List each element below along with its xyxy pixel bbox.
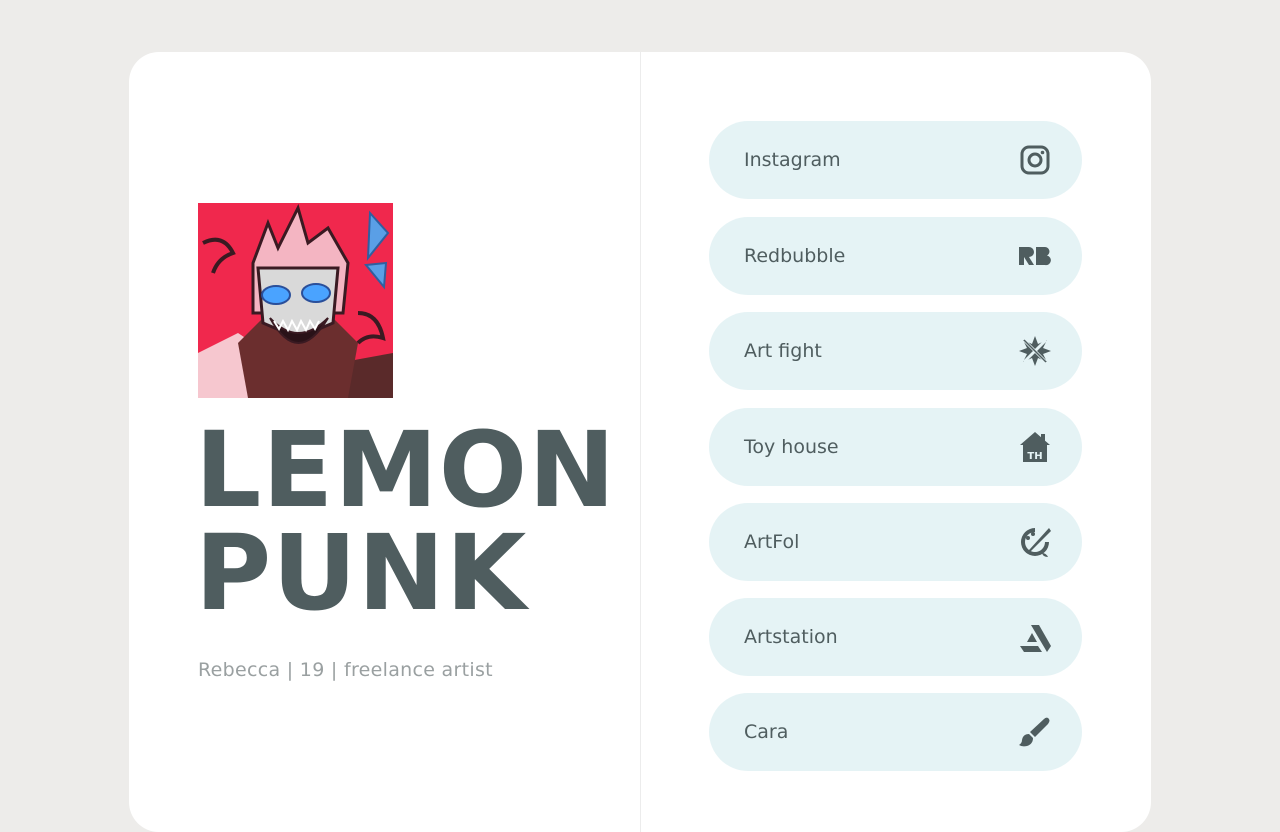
- link-label: Redbubble: [744, 245, 846, 267]
- profile-panel: LEMON PUNK Rebecca | 19 | freelance arti…: [129, 52, 640, 832]
- artstation-icon: [1018, 620, 1052, 654]
- link-art-fight[interactable]: Art fight: [709, 312, 1082, 390]
- link-label: Artstation: [744, 626, 838, 648]
- link-redbubble[interactable]: Redbubble: [709, 217, 1082, 295]
- link-label: Toy house: [744, 436, 839, 458]
- link-artfol[interactable]: ArtFol: [709, 503, 1082, 581]
- link-toy-house[interactable]: Toy house TH: [709, 408, 1082, 486]
- link-label: Art fight: [744, 340, 822, 362]
- instagram-icon: [1018, 143, 1052, 177]
- artfol-icon: [1018, 525, 1052, 559]
- page-title: LEMON PUNK: [195, 409, 617, 634]
- link-label: ArtFol: [744, 531, 800, 553]
- paintbrush-icon: [1018, 715, 1052, 749]
- profile-subtitle: Rebecca | 19 | freelance artist: [198, 659, 493, 681]
- title-line-1: LEMON: [195, 409, 617, 531]
- link-cara[interactable]: Cara: [709, 693, 1082, 771]
- avatar: [198, 203, 393, 398]
- link-label: Instagram: [744, 149, 841, 171]
- toyhouse-icon: TH: [1018, 430, 1052, 464]
- artfight-icon: [1018, 334, 1052, 368]
- divider: [640, 52, 641, 832]
- link-artstation[interactable]: Artstation: [709, 598, 1082, 676]
- title-line-2: PUNK: [195, 512, 528, 634]
- link-label: Cara: [744, 721, 789, 743]
- redbubble-icon: [1018, 239, 1052, 273]
- link-instagram[interactable]: Instagram: [709, 121, 1082, 199]
- profile-card: LEMON PUNK Rebecca | 19 | freelance arti…: [129, 52, 1151, 832]
- svg-text:TH: TH: [1027, 451, 1042, 462]
- avatar-illustration: [198, 203, 393, 398]
